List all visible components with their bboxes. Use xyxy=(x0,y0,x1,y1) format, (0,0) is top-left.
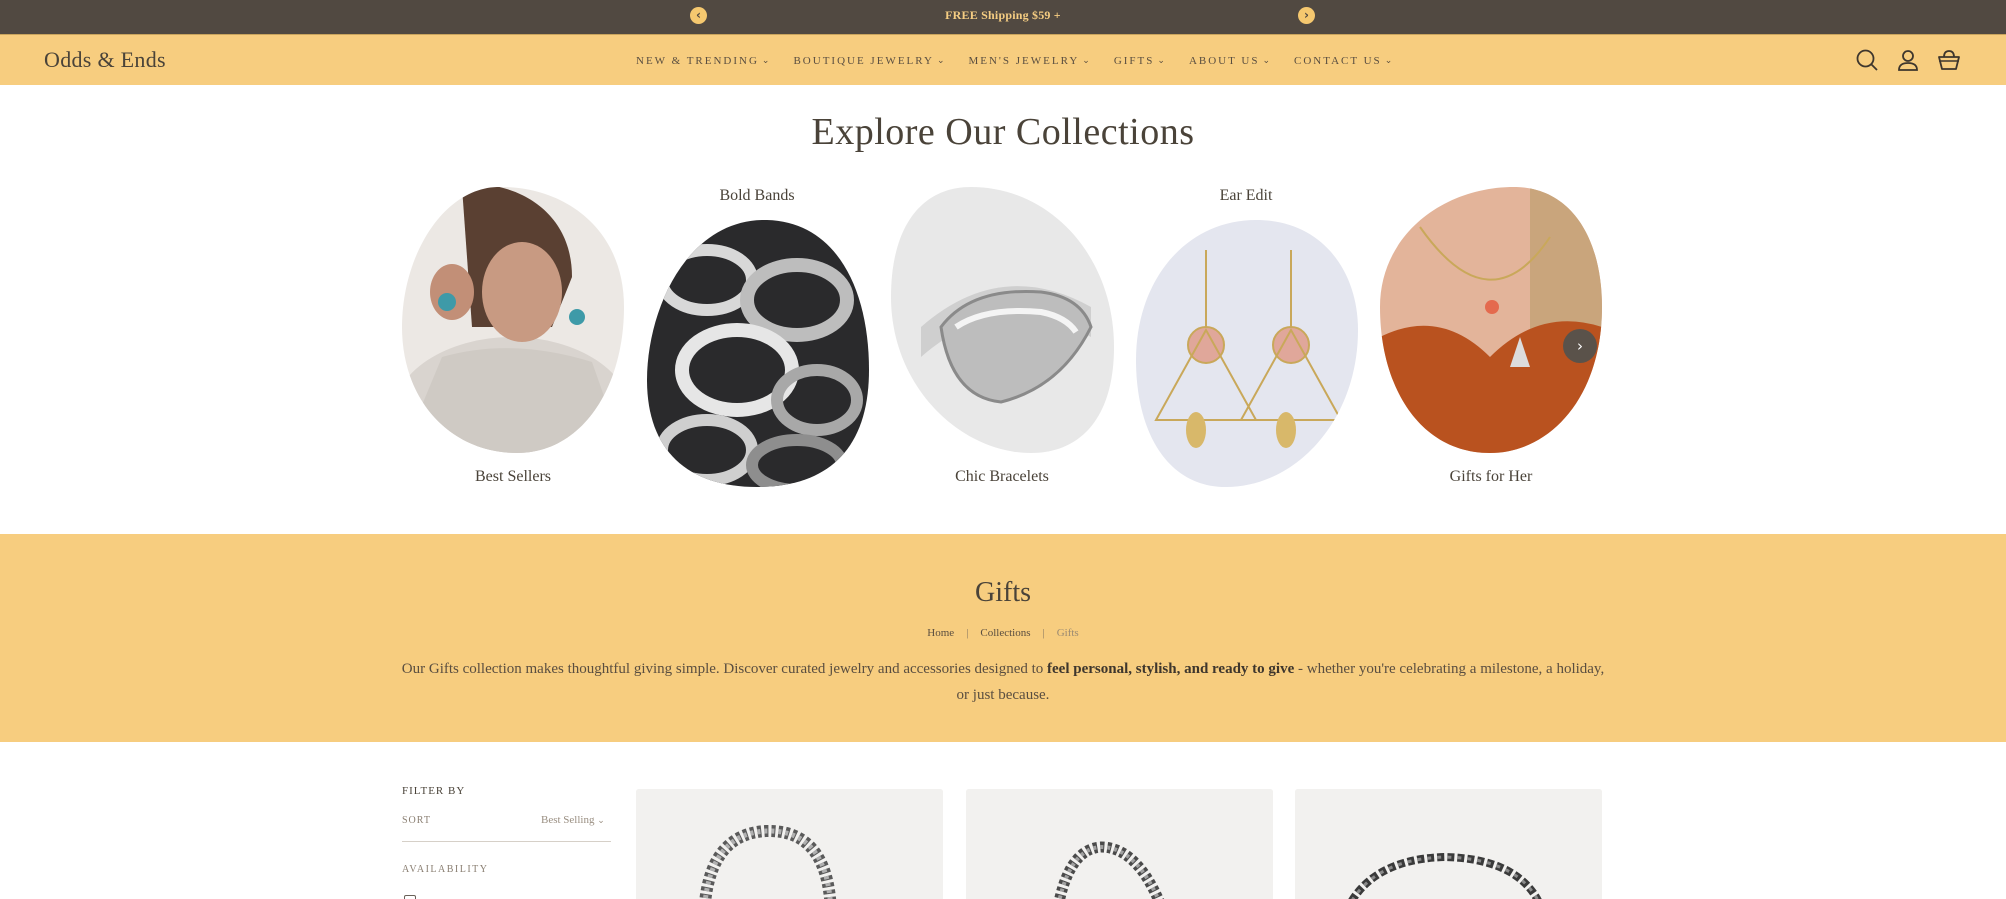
divider xyxy=(402,841,611,842)
product-image xyxy=(1295,789,1602,899)
chevron-left-icon[interactable]: ‹ xyxy=(690,7,707,24)
collections-title: Explore Our Collections xyxy=(811,111,1195,153)
sort-label: SORT xyxy=(402,815,431,826)
announcement-text: FREE Shipping $59 + xyxy=(945,8,1061,22)
cart-icon[interactable] xyxy=(1937,48,1961,72)
carousel-next-button[interactable]: › xyxy=(1563,329,1597,363)
product-card[interactable] xyxy=(636,789,943,899)
search-icon[interactable] xyxy=(1855,48,1879,72)
main-nav: NEW & TRENDING ⌄ BOUTIQUE JEWELRY ⌄ MEN'S … xyxy=(636,35,1416,86)
collection-banner: Gifts Home | Collections | Gifts Our Gifts c… xyxy=(0,534,2006,742)
chevron-down-icon: ⌄ xyxy=(1262,55,1270,66)
collection-label-ear-edit[interactable]: Ear Edit xyxy=(1126,187,1366,205)
page-title: Gifts xyxy=(975,577,1031,608)
chevron-right-icon: › xyxy=(1577,337,1583,355)
description-text: Our Gifts collection makes thoughtful gi… xyxy=(401,661,1048,677)
account-icon[interactable] xyxy=(1896,48,1920,72)
nav-item-gifts[interactable]: GIFTS ⌄ xyxy=(1114,55,1165,67)
collection-image-gifts-for-her[interactable] xyxy=(1380,187,1602,453)
nav-label: ABOUT US xyxy=(1188,54,1260,67)
collection-image-chic-bracelets[interactable] xyxy=(891,187,1114,453)
nav-label: NEW & TRENDING xyxy=(636,54,759,67)
nav-label: CONTACT US xyxy=(1294,54,1382,67)
product-image xyxy=(966,789,1273,899)
nav-label: MEN'S JEWELRY xyxy=(968,54,1080,67)
announcement-bar: ‹ FREE Shipping $59 + › xyxy=(0,0,2006,34)
collection-label-chic-bracelets[interactable]: Chic Bracelets xyxy=(882,468,1122,486)
collection-label-best-sellers[interactable]: Best Sellers xyxy=(393,468,633,486)
chevron-down-icon: ⌄ xyxy=(597,816,605,826)
logo[interactable]: Odds & Ends xyxy=(44,47,166,73)
filter-title: FILTER BY xyxy=(402,785,466,797)
nav-item-contact-us[interactable]: CONTACT US ⌄ xyxy=(1294,55,1392,67)
collection-image-ear-edit[interactable] xyxy=(1136,220,1358,487)
availability-filter[interactable]: AVAILABILITY xyxy=(402,864,489,875)
nav-item-new-trending[interactable]: NEW & TRENDING ⌄ xyxy=(636,55,769,67)
sort-value: Best Selling xyxy=(541,814,595,826)
nav-label: BOUTIQUE JEWELRY xyxy=(793,54,934,67)
site-header: Odds & Ends NEW & TRENDING ⌄ BOUTIQUE JEW… xyxy=(0,34,2006,85)
nav-item-about-us[interactable]: ABOUT US ⌄ xyxy=(1189,55,1270,67)
collection-label-gifts-for-her[interactable]: Gifts for Her xyxy=(1371,468,1611,486)
nav-item-boutique-jewelry[interactable]: BOUTIQUE JEWELRY ⌄ xyxy=(793,55,944,67)
product-card[interactable] xyxy=(966,789,1273,899)
product-image xyxy=(636,789,943,899)
collection-label-bold-bands[interactable]: Bold Bands xyxy=(637,187,877,205)
breadcrumb-home[interactable]: Home xyxy=(927,627,954,639)
breadcrumb-current: Gifts xyxy=(1056,627,1079,639)
collection-image-bold-bands[interactable] xyxy=(647,220,869,487)
availability-checkbox[interactable] xyxy=(404,895,416,899)
nav-label: GIFTS xyxy=(1113,54,1155,67)
nav-item-mens-jewelry[interactable]: MEN'S JEWELRY ⌄ xyxy=(968,55,1089,67)
description-emphasis: feel personal, stylish, and ready to giv… xyxy=(1047,661,1295,677)
breadcrumb: Home | Collections | Gifts xyxy=(0,627,2006,639)
chevron-down-icon: ⌄ xyxy=(761,55,770,66)
collection-image-best-sellers[interactable] xyxy=(402,187,624,453)
breadcrumb-separator: | xyxy=(1042,627,1045,639)
breadcrumb-separator: | xyxy=(966,627,969,639)
sort-select[interactable]: Best Selling ⌄ xyxy=(541,814,605,826)
chevron-right-icon[interactable]: › xyxy=(1298,7,1315,24)
chevron-down-icon: ⌄ xyxy=(1384,55,1393,66)
chevron-down-icon: ⌄ xyxy=(1082,55,1090,66)
product-card[interactable] xyxy=(1295,789,1602,899)
collection-description: Our Gifts collection makes thoughtful gi… xyxy=(400,656,1606,708)
breadcrumb-collections[interactable]: Collections xyxy=(980,627,1030,639)
chevron-down-icon: ⌄ xyxy=(936,55,945,66)
chevron-down-icon: ⌄ xyxy=(1157,55,1165,66)
